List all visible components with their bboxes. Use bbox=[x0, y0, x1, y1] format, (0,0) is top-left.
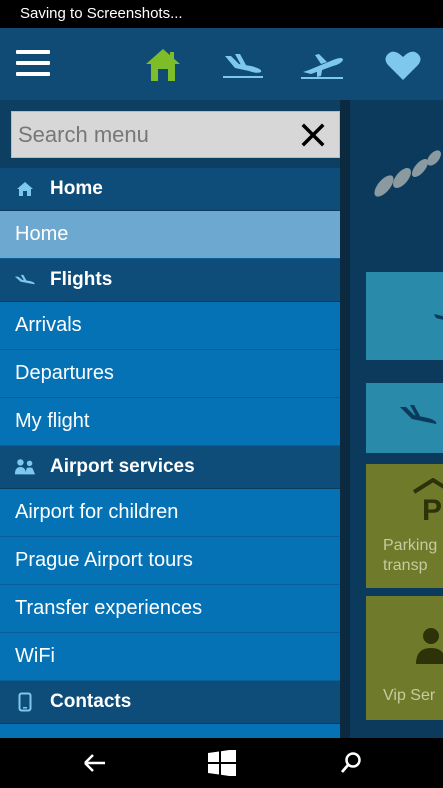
airport-logo bbox=[370, 140, 443, 215]
menu-item-label: Prague Airport tours bbox=[15, 549, 193, 571]
section-header-home: Home bbox=[0, 168, 340, 211]
search-box bbox=[11, 111, 340, 158]
search-icon[interactable] bbox=[336, 748, 366, 778]
person-icon bbox=[414, 626, 443, 671]
menu-item-label: Departures bbox=[15, 362, 114, 384]
menu-item-home[interactable]: Home bbox=[0, 211, 340, 259]
tile-label: Vip Ser bbox=[383, 687, 436, 704]
tile-vip[interactable]: Vip Ser bbox=[366, 596, 443, 720]
close-icon[interactable] bbox=[301, 123, 325, 147]
menu-item-label: Home bbox=[15, 223, 69, 245]
heart-icon[interactable] bbox=[378, 40, 428, 90]
menu-item-label: Arrivals bbox=[15, 314, 82, 336]
menu-item-transfer-experiences[interactable]: Transfer experiences bbox=[0, 585, 340, 633]
tile-label: transp bbox=[383, 557, 428, 574]
app-window: Saving to Screenshots... P Parking trans… bbox=[0, 0, 443, 788]
section-title: Contacts bbox=[50, 691, 132, 712]
tile-arrivals[interactable] bbox=[366, 272, 443, 360]
phone-icon bbox=[14, 691, 36, 713]
section-header-contacts: Contacts bbox=[0, 681, 340, 724]
menu-item-label: My flight bbox=[15, 410, 90, 432]
tile-label: Parking bbox=[383, 537, 438, 554]
system-nav-bar bbox=[0, 738, 443, 788]
menu-item-partial[interactable] bbox=[0, 724, 340, 738]
menu-list: Home Home Flights Arrivals Departures My… bbox=[0, 168, 340, 738]
plane-icon bbox=[398, 403, 438, 432]
background-content: P Parking transp Vip Ser bbox=[350, 100, 443, 738]
status-text: Saving to Screenshots... bbox=[20, 5, 183, 22]
people-icon bbox=[14, 456, 36, 478]
section-title: Home bbox=[50, 178, 103, 199]
side-menu: Home Home Flights Arrivals Departures My… bbox=[0, 100, 350, 738]
section-title: Flights bbox=[50, 269, 113, 290]
plane-icon bbox=[434, 310, 443, 329]
menu-item-arrivals[interactable]: Arrivals bbox=[0, 302, 340, 350]
status-bar: Saving to Screenshots... bbox=[0, 0, 443, 28]
menu-item-wifi[interactable]: WiFi bbox=[0, 633, 340, 681]
home-icon[interactable] bbox=[138, 40, 188, 90]
menu-item-label: WiFi bbox=[15, 645, 55, 667]
menu-item-departures[interactable]: Departures bbox=[0, 350, 340, 398]
tile-parking[interactable]: P Parking transp bbox=[366, 464, 443, 588]
parking-icon: P bbox=[410, 477, 443, 529]
arrivals-plane-icon[interactable] bbox=[218, 40, 268, 90]
svg-text:P: P bbox=[422, 494, 442, 524]
section-title: Airport services bbox=[50, 456, 195, 477]
section-header-airport-services: Airport services bbox=[0, 446, 340, 489]
search-input[interactable] bbox=[12, 112, 292, 157]
menu-divider bbox=[340, 100, 350, 738]
section-header-flights: Flights bbox=[0, 259, 340, 302]
menu-item-airport-for-children[interactable]: Airport for children bbox=[0, 489, 340, 537]
tile-departures[interactable] bbox=[366, 383, 443, 453]
back-icon[interactable] bbox=[80, 748, 110, 778]
home-icon bbox=[14, 178, 36, 200]
menu-icon[interactable] bbox=[16, 50, 52, 78]
menu-item-prague-airport-tours[interactable]: Prague Airport tours bbox=[0, 537, 340, 585]
windows-start-icon[interactable] bbox=[207, 748, 237, 778]
menu-item-label: Transfer experiences bbox=[15, 597, 203, 619]
departures-plane-icon[interactable] bbox=[297, 40, 347, 90]
plane-icon bbox=[14, 269, 36, 291]
top-nav-bar bbox=[0, 28, 443, 100]
menu-item-my-flight[interactable]: My flight bbox=[0, 398, 340, 446]
menu-item-label: Airport for children bbox=[15, 501, 179, 523]
